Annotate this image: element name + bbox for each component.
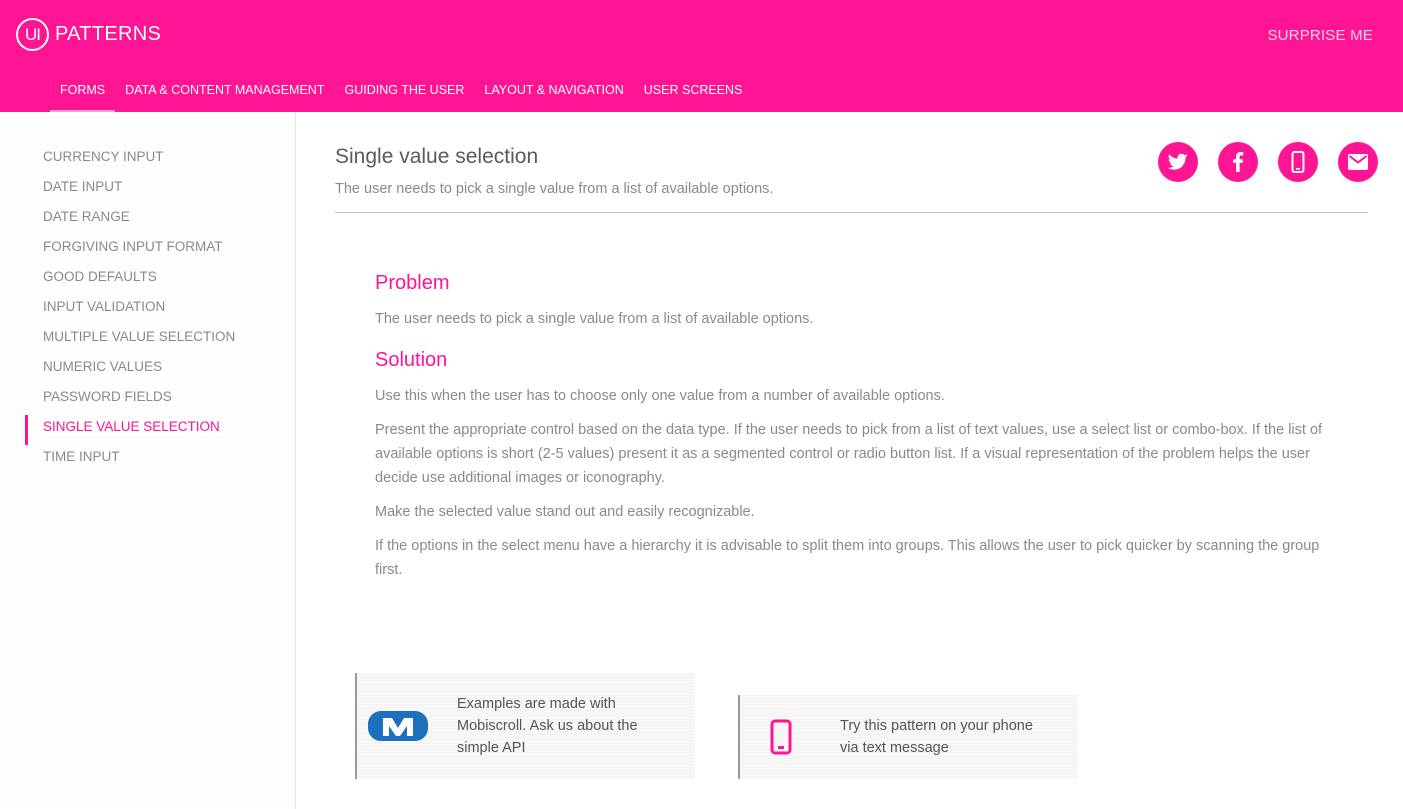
solution-paragraph: If the options in the select menu have a… [375,538,1320,578]
phone-icon [740,719,822,755]
sidebar-item-time-input[interactable]: TIME INPUT [0,447,295,477]
page-title: Single value selection [335,145,539,168]
nav-layout-navigation[interactable]: LAYOUT & NAVIGATION [474,80,633,112]
top-header: UI PATTERNS SURPRISE ME FORMS DATA & CON… [0,0,1403,113]
phone-card-text: Try this pattern on your phone via text … [840,718,1033,756]
pattern-description: Problem The user needs to pick a single … [375,272,1335,592]
problem-heading: Problem [375,272,450,294]
solution-heading: Solution [375,349,448,371]
facebook-share-button[interactable] [1218,142,1258,182]
nav-guiding-the-user[interactable]: GUIDING THE USER [334,80,474,112]
facebook-icon [1233,152,1244,172]
solution-paragraph: Make the selected value stand out and ea… [375,504,755,520]
mobiscroll-card-text: Examples are made with Mobiscroll. Ask u… [457,696,638,756]
problem-text: The user needs to pick a single value fr… [375,311,814,327]
sidebar: CURRENCY INPUT DATE INPUT DATE RANGE FOR… [0,112,296,809]
logo[interactable]: UI PATTERNS [16,18,161,51]
solution-paragraph: Use this when the user has to choose onl… [375,388,945,404]
sidebar-item-forgiving-input-format[interactable]: FORGIVING INPUT FORMAT [0,237,295,267]
sidebar-item-multiple-value-selection[interactable]: MULTIPLE VALUE SELECTION [0,327,295,357]
solution-paragraph: Present the appropriate control based on… [375,422,1323,486]
sidebar-item-date-input[interactable]: DATE INPUT [0,177,295,207]
phone-card[interactable]: Try this pattern on your phone via text … [738,695,1078,779]
email-icon [1348,154,1368,170]
sidebar-item-good-defaults[interactable]: GOOD DEFAULTS [0,267,295,297]
main-nav: FORMS DATA & CONTENT MANAGEMENT GUIDING … [50,80,753,113]
mobiscroll-card[interactable]: Examples are made with Mobiscroll. Ask u… [355,673,695,779]
sidebar-item-password-fields[interactable]: PASSWORD FIELDS [0,387,295,417]
email-share-button[interactable] [1338,142,1378,182]
logo-mark: UI [16,18,49,51]
surprise-me-link[interactable]: SURPRISE ME [1267,27,1373,44]
share-buttons [1158,142,1398,182]
nav-data-content-management[interactable]: DATA & CONTENT MANAGEMENT [115,80,334,112]
sidebar-list: CURRENCY INPUT DATE INPUT DATE RANGE FOR… [0,112,295,477]
nav-forms[interactable]: FORMS [50,80,116,113]
sidebar-item-currency-input[interactable]: CURRENCY INPUT [0,147,295,177]
twitter-icon [1168,153,1188,170]
page-subtitle: The user needs to pick a single value fr… [335,181,774,197]
sidebar-item-numeric-values[interactable]: NUMERIC VALUES [0,357,295,387]
divider [335,212,1368,213]
logo-text: PATTERNS [55,23,162,45]
nav-user-screens[interactable]: USER SCREENS [634,80,753,112]
sidebar-item-input-validation[interactable]: INPUT VALIDATION [0,297,295,327]
sidebar-item-date-range[interactable]: DATE RANGE [0,207,295,237]
sidebar-item-single-value-selection[interactable]: SINGLE VALUE SELECTION [0,415,295,447]
mobiscroll-logo-icon [357,709,439,743]
phone-share-button[interactable] [1278,142,1318,182]
phone-icon [1291,151,1305,173]
twitter-share-button[interactable] [1158,142,1198,182]
